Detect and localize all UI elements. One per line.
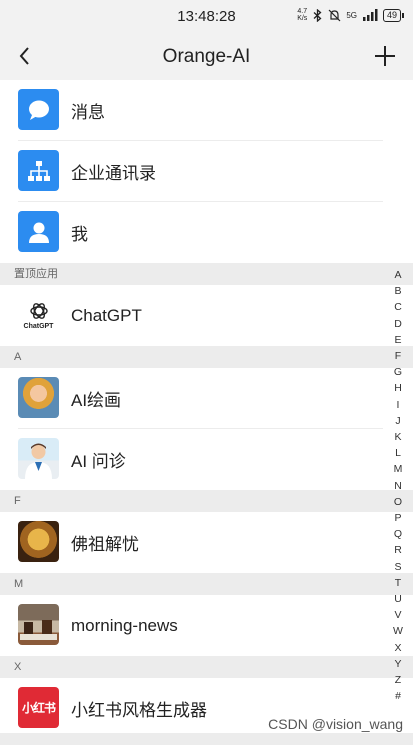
app-name: 佛祖解忧 <box>71 535 139 554</box>
alphabet-index-letter[interactable]: K <box>394 429 401 445</box>
signal-label: 5G <box>346 10 357 20</box>
chat-bubble-icon <box>18 89 59 130</box>
status-icons: 4.7 K/s 5G 49 <box>297 8 405 22</box>
section-header-pinned: 置顶应用 <box>0 263 413 285</box>
app-item-ai-painting[interactable]: AI绘画 <box>0 368 413 429</box>
alphabet-index-letter[interactable]: Z <box>395 672 401 688</box>
app-name: morning-news <box>71 615 178 635</box>
openai-logo-icon: ChatGPT <box>18 294 59 335</box>
menu-item-label: 企业通讯录 <box>71 164 156 183</box>
alphabet-index-letter[interactable]: Y <box>394 656 401 672</box>
alphabet-index-letter[interactable]: V <box>394 607 401 623</box>
mute-bell-icon <box>328 9 341 21</box>
page-title: Orange-AI <box>162 46 251 67</box>
menu-item-messages[interactable]: 消息 <box>0 80 413 141</box>
battery-icon: 49 <box>382 8 405 22</box>
app-item-chatgpt[interactable]: ChatGPT ChatGPT <box>0 285 413 346</box>
alphabet-index-letter[interactable]: U <box>394 591 402 607</box>
status-bar: 13:48:28 4.7 K/s 5G 49 <box>0 0 413 34</box>
alphabet-index-letter[interactable]: A <box>394 267 401 283</box>
app-item-buddha[interactable]: 佛祖解忧 <box>0 512 413 573</box>
alphabet-index-letter[interactable]: S <box>394 559 401 575</box>
alphabet-index-letter[interactable]: M <box>394 461 403 477</box>
nav-bar: Orange-AI <box>0 34 413 80</box>
buddha-avatar <box>18 521 59 562</box>
section-header-f: F <box>0 490 413 512</box>
alphabet-index-letter[interactable]: N <box>394 478 402 494</box>
watermark: CSDN @vision_wang <box>268 716 403 732</box>
alphabet-index-letter[interactable]: D <box>394 316 402 332</box>
alphabet-index-letter[interactable]: L <box>395 445 401 461</box>
app-name: AI 问诊 <box>71 452 126 471</box>
alphabet-index-letter[interactable]: Q <box>394 526 402 542</box>
alphabet-index-letter[interactable]: B <box>394 283 401 299</box>
chatgpt-logo-text: ChatGPT <box>23 322 54 330</box>
add-icon[interactable] <box>371 42 399 70</box>
menu-item-label: 消息 <box>71 103 105 122</box>
alphabet-index-letter[interactable]: X <box>394 640 401 656</box>
alphabet-index-letter[interactable]: P <box>394 510 401 526</box>
app-name: ChatGPT <box>71 305 142 325</box>
app-name: 小红书风格生成器 <box>71 701 207 720</box>
section-header-x: X <box>0 656 413 678</box>
contact-list: 消息 企业通讯录 我 置顶应用 ChatGPT ChatGPT A AI绘画 A… <box>0 80 413 739</box>
alphabet-index-letter[interactable]: F <box>395 348 401 364</box>
ai-painting-avatar <box>18 377 59 418</box>
alphabet-index-letter[interactable]: G <box>394 364 402 380</box>
app-item-ai-consult[interactable]: AI 问诊 <box>0 429 413 490</box>
bottom-section-bar <box>0 733 413 745</box>
menu-item-label: 我 <box>71 225 88 244</box>
menu-item-directory[interactable]: 企业通讯录 <box>0 141 413 202</box>
xiaohongshu-logo: 小红书 <box>18 687 59 728</box>
alphabet-index-letter[interactable]: R <box>394 542 402 558</box>
signal-bars-icon <box>362 9 378 21</box>
alphabet-index-letter[interactable]: I <box>397 397 400 413</box>
alphabet-index-letter[interactable]: T <box>395 575 401 591</box>
doctor-avatar <box>18 438 59 479</box>
section-header-m: M <box>0 573 413 595</box>
org-chart-icon <box>18 150 59 191</box>
net-speed: 4.7 K/s <box>297 8 308 22</box>
menu-item-me[interactable]: 我 <box>0 202 413 263</box>
app-item-morning-news[interactable]: morning-news <box>0 595 413 656</box>
alphabet-index-letter[interactable]: E <box>394 332 401 348</box>
alphabet-index-letter[interactable]: O <box>394 494 402 510</box>
app-name: AI绘画 <box>71 391 122 410</box>
alphabet-index-letter[interactable]: # <box>395 688 401 704</box>
alphabet-index-letter[interactable]: H <box>394 380 402 396</box>
person-icon <box>18 211 59 252</box>
bluetooth-icon <box>313 8 322 22</box>
alphabet-index-letter[interactable]: J <box>395 413 400 429</box>
alphabet-index-letter[interactable]: W <box>393 623 403 639</box>
alphabet-index[interactable]: A B C D E F G H I J K L M N O P Q R S T U V W X Y Z # <box>391 267 405 704</box>
section-header-a: A <box>0 346 413 368</box>
coffee-news-avatar <box>18 604 59 645</box>
alphabet-index-letter[interactable]: C <box>394 299 402 315</box>
